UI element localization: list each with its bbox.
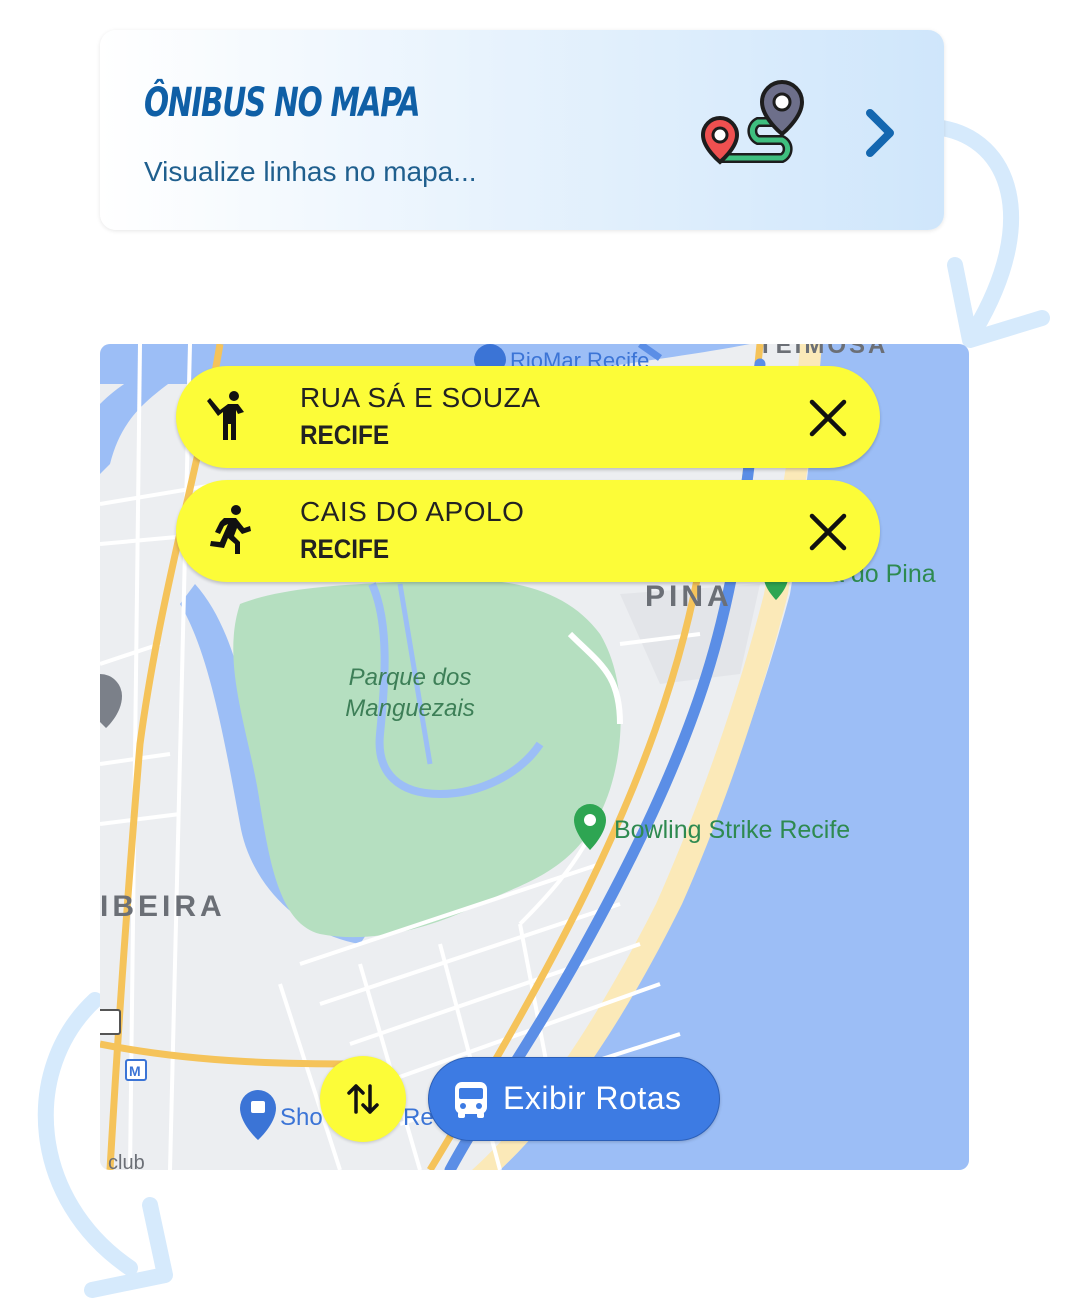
route-map-pins-icon bbox=[700, 79, 805, 165]
show-routes-button[interactable]: Exibir Rotas bbox=[428, 1057, 720, 1141]
map-label-park: Parque dos Manguezais bbox=[345, 664, 475, 722]
map-label-pina: PINA bbox=[645, 580, 733, 613]
promo-subtitle: Visualize linhas no mapa... bbox=[144, 156, 477, 187]
map-label-sho: Sho bbox=[280, 1104, 323, 1131]
person-running-icon bbox=[210, 505, 251, 554]
map-label-teimosa: TEIMOSA bbox=[758, 344, 889, 359]
origin-stop-pill[interactable]: RUA SÁ E SOUZA RECIFE bbox=[176, 366, 880, 468]
svg-text:M: M bbox=[129, 1063, 141, 1079]
destination-city: RECIFE bbox=[300, 534, 390, 564]
destination-stop-pill[interactable]: CAIS DO APOLO RECIFE bbox=[176, 480, 880, 582]
show-routes-label: Exibir Rotas bbox=[503, 1080, 682, 1116]
origin-street: RUA SÁ E SOUZA bbox=[300, 382, 541, 413]
person-hailing-icon bbox=[207, 391, 244, 440]
swap-stops-button[interactable] bbox=[320, 1056, 406, 1142]
swap-vertical-icon bbox=[347, 1084, 379, 1114]
map-label-bowling: Bowling Strike Recife bbox=[614, 816, 851, 844]
chevron-right-icon[interactable] bbox=[858, 105, 904, 161]
map-label-club: club bbox=[108, 1152, 145, 1170]
promo-title: ÔNIBUS NO MAPA bbox=[144, 80, 420, 126]
close-icon[interactable] bbox=[808, 512, 848, 552]
metro-station-icon: M bbox=[125, 1059, 147, 1081]
map-label-ribeira: IBEIRA bbox=[100, 890, 226, 923]
road-shield-icon bbox=[100, 1009, 121, 1035]
destination-street: CAIS DO APOLO bbox=[300, 496, 525, 527]
bus-on-map-card[interactable]: ÔNIBUS NO MAPA Visualize linhas no mapa.… bbox=[100, 30, 944, 230]
origin-city: RECIFE bbox=[300, 420, 390, 450]
close-icon[interactable] bbox=[808, 398, 848, 438]
bus-icon bbox=[455, 1082, 487, 1118]
